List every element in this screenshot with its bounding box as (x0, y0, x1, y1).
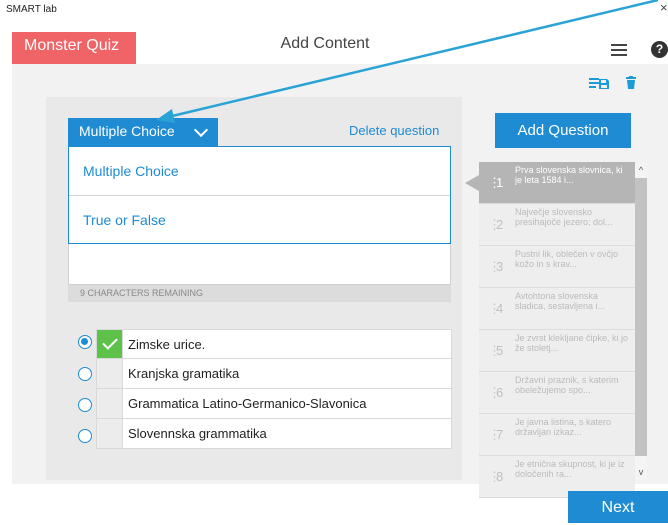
answer-row: Kranjska gramatika (96, 359, 452, 389)
question-text-input[interactable] (68, 244, 451, 285)
answer-row: Slovennska grammatika (96, 419, 452, 449)
trash-icon[interactable] (626, 76, 636, 89)
correct-check-icon[interactable] (97, 330, 123, 358)
page-title: Add Content (280, 35, 370, 52)
help-icon[interactable]: ? (651, 41, 668, 58)
delete-question-link[interactable]: Delete question (349, 123, 439, 138)
scrollbar-thumb[interactable] (635, 178, 647, 456)
answer-text-input[interactable]: Grammatica Latino-Germanico-Slavonica (128, 389, 366, 418)
answer-text-input[interactable]: Slovennska grammatika (128, 419, 267, 448)
characters-remaining: 9 CHARACTERS REMAINING (68, 285, 451, 302)
app-name-badge: Monster Quiz (12, 32, 136, 64)
answer-radio-3[interactable] (78, 398, 92, 412)
option-true-or-false[interactable]: True or False (69, 195, 450, 243)
chevron-down-icon (193, 122, 209, 138)
answer-radio-1[interactable] (78, 335, 92, 349)
answer-row: Grammatica Latino-Germanico-Slavonica (96, 389, 452, 419)
scroll-down-icon[interactable]: v (635, 467, 647, 477)
answer-radio-2[interactable] (78, 367, 92, 381)
scroll-up-icon[interactable]: ^ (635, 165, 647, 175)
question-type-dropdown: Multiple Choice True or False (68, 146, 451, 244)
correct-toggle[interactable] (97, 359, 123, 388)
question-list-item[interactable]: ⋮ 6 Državni praznik, s katerim obeležuje… (479, 372, 635, 414)
question-list-item[interactable]: ⋮ 4 Avtohtona slovenska sladica, sestavl… (479, 288, 635, 330)
add-question-button[interactable]: Add Question (495, 113, 631, 148)
question-list-item[interactable]: ⋮ 2 Največje slovensko presihajoče jezer… (479, 204, 635, 246)
answer-radio-4[interactable] (78, 429, 92, 443)
answer-text-input[interactable]: Kranjska gramatika (128, 359, 239, 388)
question-list-item[interactable]: ⋮ 5 Je zvrst klekljane čipke, ki jo že s… (479, 330, 635, 372)
save-icon[interactable] (598, 77, 610, 89)
answer-list: Zimske urice. Kranjska gramatika Grammat… (96, 329, 452, 449)
question-list-item[interactable]: ⋮ 3 Pustni lik, oblečen v ovčjo kožo in … (479, 246, 635, 288)
question-list: ⋮ 1 Prva slovenska slovnica, ki je leta … (465, 162, 635, 498)
answer-row: Zimske urice. (96, 329, 452, 359)
question-type-select[interactable]: Multiple Choice (68, 118, 218, 146)
next-button[interactable]: Next (568, 491, 668, 523)
close-icon[interactable]: × (660, 0, 668, 15)
question-list-item[interactable]: ⋮ 1 Prva slovenska slovnica, ki je leta … (465, 162, 635, 204)
correct-toggle[interactable] (97, 389, 123, 418)
question-list-item[interactable]: ⋮ 7 Je javna listina, s katero državljan… (479, 414, 635, 456)
question-type-value: Multiple Choice (79, 123, 175, 139)
option-multiple-choice[interactable]: Multiple Choice (69, 147, 450, 195)
correct-toggle[interactable] (97, 419, 123, 448)
menu-icon[interactable] (611, 44, 627, 58)
window-title: SMART lab (6, 4, 57, 15)
answer-text-input[interactable]: Zimske urice. (128, 330, 205, 359)
